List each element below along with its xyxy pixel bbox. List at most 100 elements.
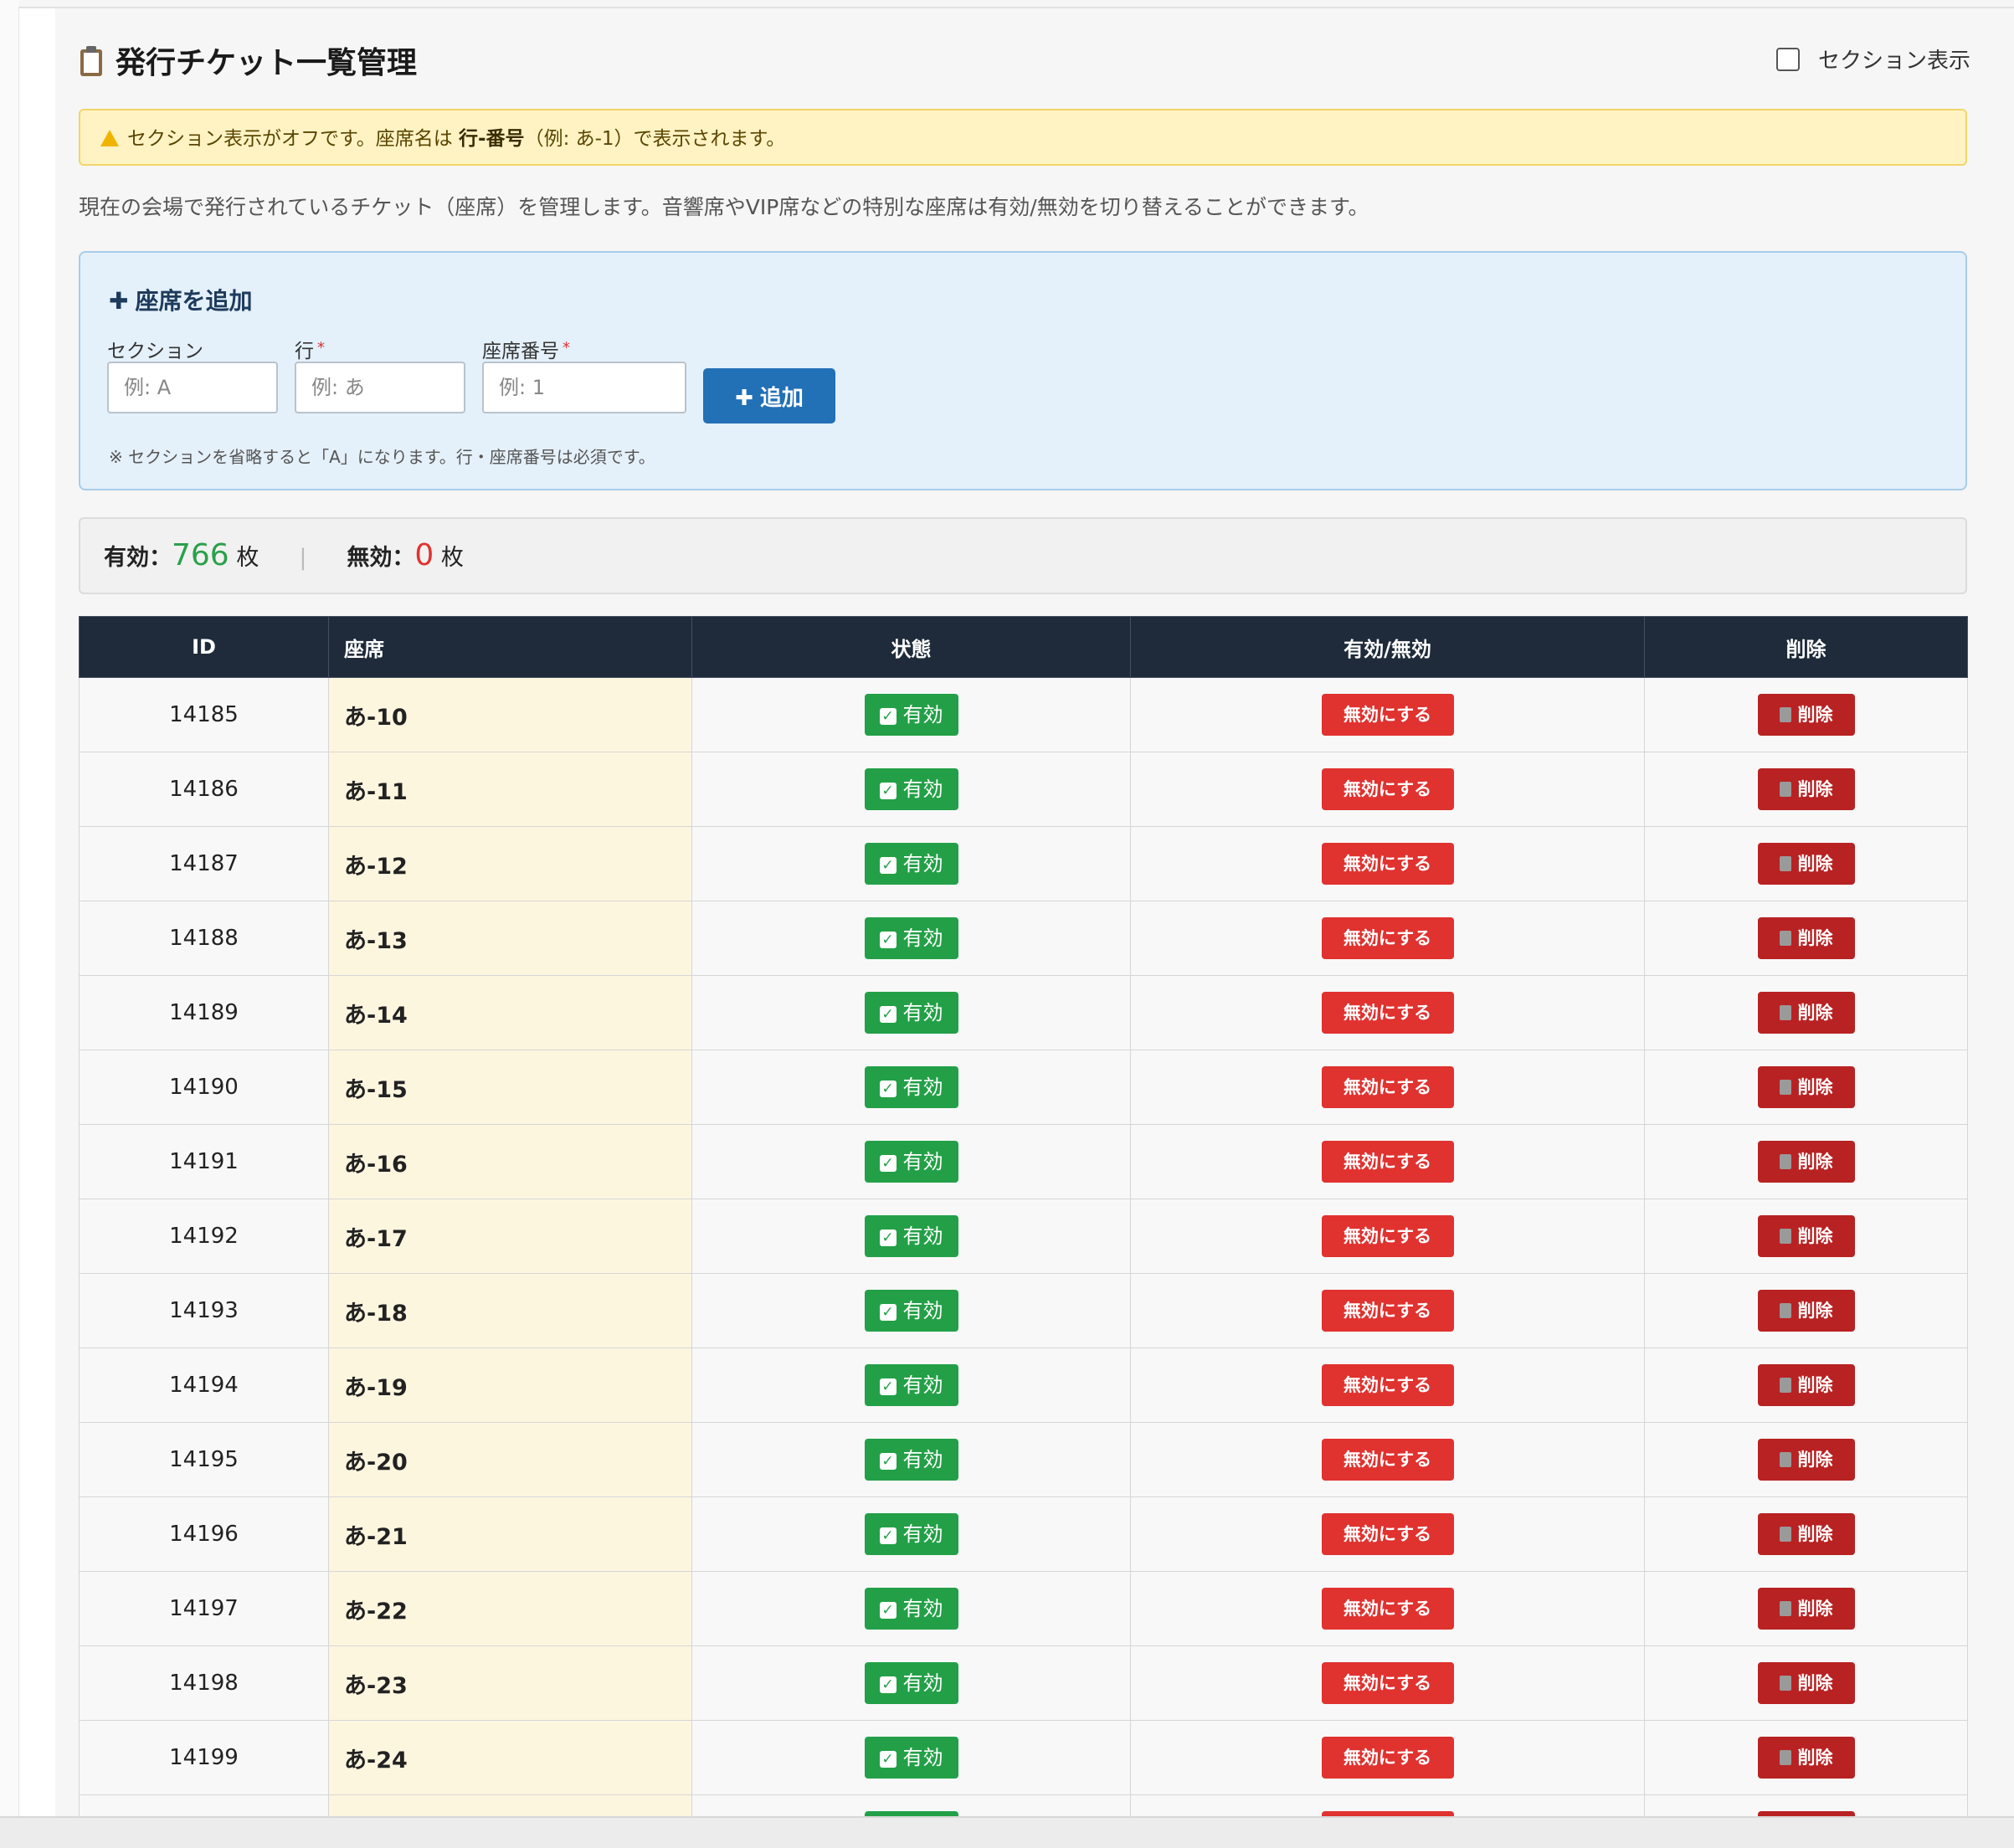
delete-button[interactable]: 削除	[1757, 1066, 1855, 1108]
seat-number-label: 座席番号 *	[482, 339, 570, 362]
disable-button[interactable]: 無効にする	[1321, 1513, 1454, 1555]
status-badge: ✓有効	[864, 1662, 958, 1704]
disable-button[interactable]: 無効にする	[1321, 1141, 1454, 1183]
delete-button[interactable]: 削除	[1757, 768, 1855, 810]
status-cell: ✓有効	[691, 1720, 1131, 1795]
check-icon: ✓	[879, 857, 897, 874]
ticket-stats: 有効：766 枚 | 無効：0 枚	[79, 517, 1967, 594]
seat-name: あ-25	[328, 1794, 692, 1816]
table-row: 14196 あ-21 ✓ 有効 無効にする 削除	[79, 1496, 1968, 1572]
disable-button[interactable]: 無効にする	[1321, 1588, 1454, 1630]
disable-button[interactable]: 無効にする	[1321, 1439, 1454, 1481]
disable-button[interactable]: 無効にする	[1321, 694, 1454, 736]
delete-button[interactable]: 削除	[1757, 1439, 1855, 1481]
status-cell: ✓有効	[691, 677, 1131, 752]
delete-button[interactable]: 削除	[1757, 694, 1855, 736]
trash-icon	[1779, 1452, 1791, 1467]
disable-button[interactable]: 無効にする	[1321, 1215, 1454, 1257]
disable-button[interactable]: 無効にする	[1321, 992, 1454, 1034]
delete-cell: 削除	[1644, 901, 1968, 976]
page-title: 発行チケット一覧管理	[79, 38, 417, 82]
section-input[interactable]	[107, 362, 278, 413]
row-input[interactable]	[295, 362, 465, 413]
disable-button[interactable]: 無効にする	[1321, 1364, 1454, 1406]
delete-cell: 削除	[1644, 677, 1968, 752]
seat-name: あ-23	[328, 1645, 692, 1721]
status-badge: ✓有効	[864, 1737, 958, 1779]
status-badge: ✓有効	[864, 1066, 958, 1108]
add-seat-button[interactable]: ✚ 追加	[703, 368, 835, 424]
disable-button[interactable]: 無効にする	[1321, 1066, 1454, 1108]
delete-cell: 削除	[1644, 1273, 1968, 1348]
stats-separator: |	[299, 545, 307, 571]
delete-button[interactable]: 削除	[1757, 1290, 1855, 1332]
check-icon: ✓	[879, 1527, 897, 1544]
ticket-id: 14187	[79, 826, 329, 901]
status-badge: ✓有効	[864, 917, 958, 959]
plus-icon: ✚	[109, 287, 129, 315]
check-icon: ✓	[879, 1081, 897, 1097]
status-cell: ✓有効	[691, 1794, 1131, 1816]
delete-button[interactable]: 削除	[1757, 1364, 1855, 1406]
toggle-cell: 無効にする	[1130, 1273, 1645, 1348]
delete-button[interactable]: 削除	[1757, 1141, 1855, 1183]
delete-button[interactable]: 削除	[1757, 1513, 1855, 1555]
disable-button[interactable]: 無効にする	[1321, 1290, 1454, 1332]
seat-name: あ-15	[328, 1050, 692, 1125]
status-cell: ✓有効	[691, 1050, 1131, 1125]
delete-button[interactable]: 削除	[1757, 1588, 1855, 1630]
delete-button[interactable]: 削除	[1757, 1215, 1855, 1257]
delete-cell: 削除	[1644, 1496, 1968, 1572]
disable-button[interactable]: 無効にする	[1321, 917, 1454, 959]
table-row: 14195 あ-20 ✓ 有効 無効にする 削除	[79, 1422, 1968, 1497]
delete-button[interactable]: 削除	[1757, 992, 1855, 1034]
valid-unit: 枚	[236, 545, 259, 571]
section-toggle-checkbox[interactable]	[1775, 48, 1800, 71]
disable-button[interactable]: 無効にする	[1321, 768, 1454, 810]
section-toggle[interactable]: セクション表示	[1775, 44, 1970, 74]
delete-button[interactable]: 削除	[1757, 1662, 1855, 1704]
valid-label: 有効：	[104, 545, 172, 571]
disable-button[interactable]: 無効にする	[1321, 1662, 1454, 1704]
seat-name: あ-11	[328, 752, 692, 827]
seat-name: あ-13	[328, 901, 692, 976]
warning-banner: セクション表示がオフです。座席名は 行-番号（例: あ-1）で表示されます。	[79, 109, 1967, 166]
warning-text-suffix: （例: あ-1）で表示されます。	[524, 128, 786, 150]
clipboard-icon	[79, 46, 104, 76]
trash-icon	[1779, 1229, 1791, 1244]
toggle-cell: 無効にする	[1130, 1571, 1645, 1646]
disable-button[interactable]: 無効にする	[1321, 1737, 1454, 1779]
status-badge: ✓有効	[864, 992, 958, 1034]
disable-button[interactable]: 無効にする	[1321, 843, 1454, 885]
delete-button[interactable]: 削除	[1757, 917, 1855, 959]
seat-name: あ-12	[328, 826, 692, 901]
ticket-id: 14191	[79, 1124, 329, 1199]
toggle-cell: 無効にする	[1130, 1050, 1645, 1125]
trash-icon	[1779, 1154, 1791, 1169]
delete-button[interactable]: 削除	[1757, 1737, 1855, 1779]
toggle-cell: 無効にする	[1130, 752, 1645, 827]
check-icon: ✓	[879, 1602, 897, 1619]
trash-icon	[1779, 1303, 1791, 1318]
trash-icon	[1779, 1378, 1791, 1393]
trash-icon	[1779, 1601, 1791, 1616]
status-badge: ✓有効	[864, 768, 958, 810]
page-description: 現在の会場で発行されているチケット（座席）を管理します。音響席やVIP席などの特…	[79, 195, 1369, 219]
status-badge: ✓有効	[864, 1439, 958, 1481]
left-gutter	[0, 0, 19, 1816]
check-icon: ✓	[879, 932, 897, 948]
seat-name: あ-19	[328, 1348, 692, 1423]
status-cell: ✓有効	[691, 1199, 1131, 1274]
page-title-text: 発行チケット一覧管理	[116, 46, 418, 80]
seat-name: あ-16	[328, 1124, 692, 1199]
status-badge: ✓有効	[864, 1141, 958, 1183]
delete-cell: 削除	[1644, 1571, 1968, 1646]
delete-button[interactable]: 削除	[1757, 843, 1855, 885]
ticket-id: 14185	[79, 677, 329, 752]
toggle-cell: 無効にする	[1130, 975, 1645, 1050]
plus-icon: ✚	[735, 385, 753, 411]
seat-number-input[interactable]	[482, 362, 686, 413]
toggle-cell: 無効にする	[1130, 1794, 1645, 1816]
delete-cell: 削除	[1644, 1645, 1968, 1721]
delete-cell: 削除	[1644, 975, 1968, 1050]
